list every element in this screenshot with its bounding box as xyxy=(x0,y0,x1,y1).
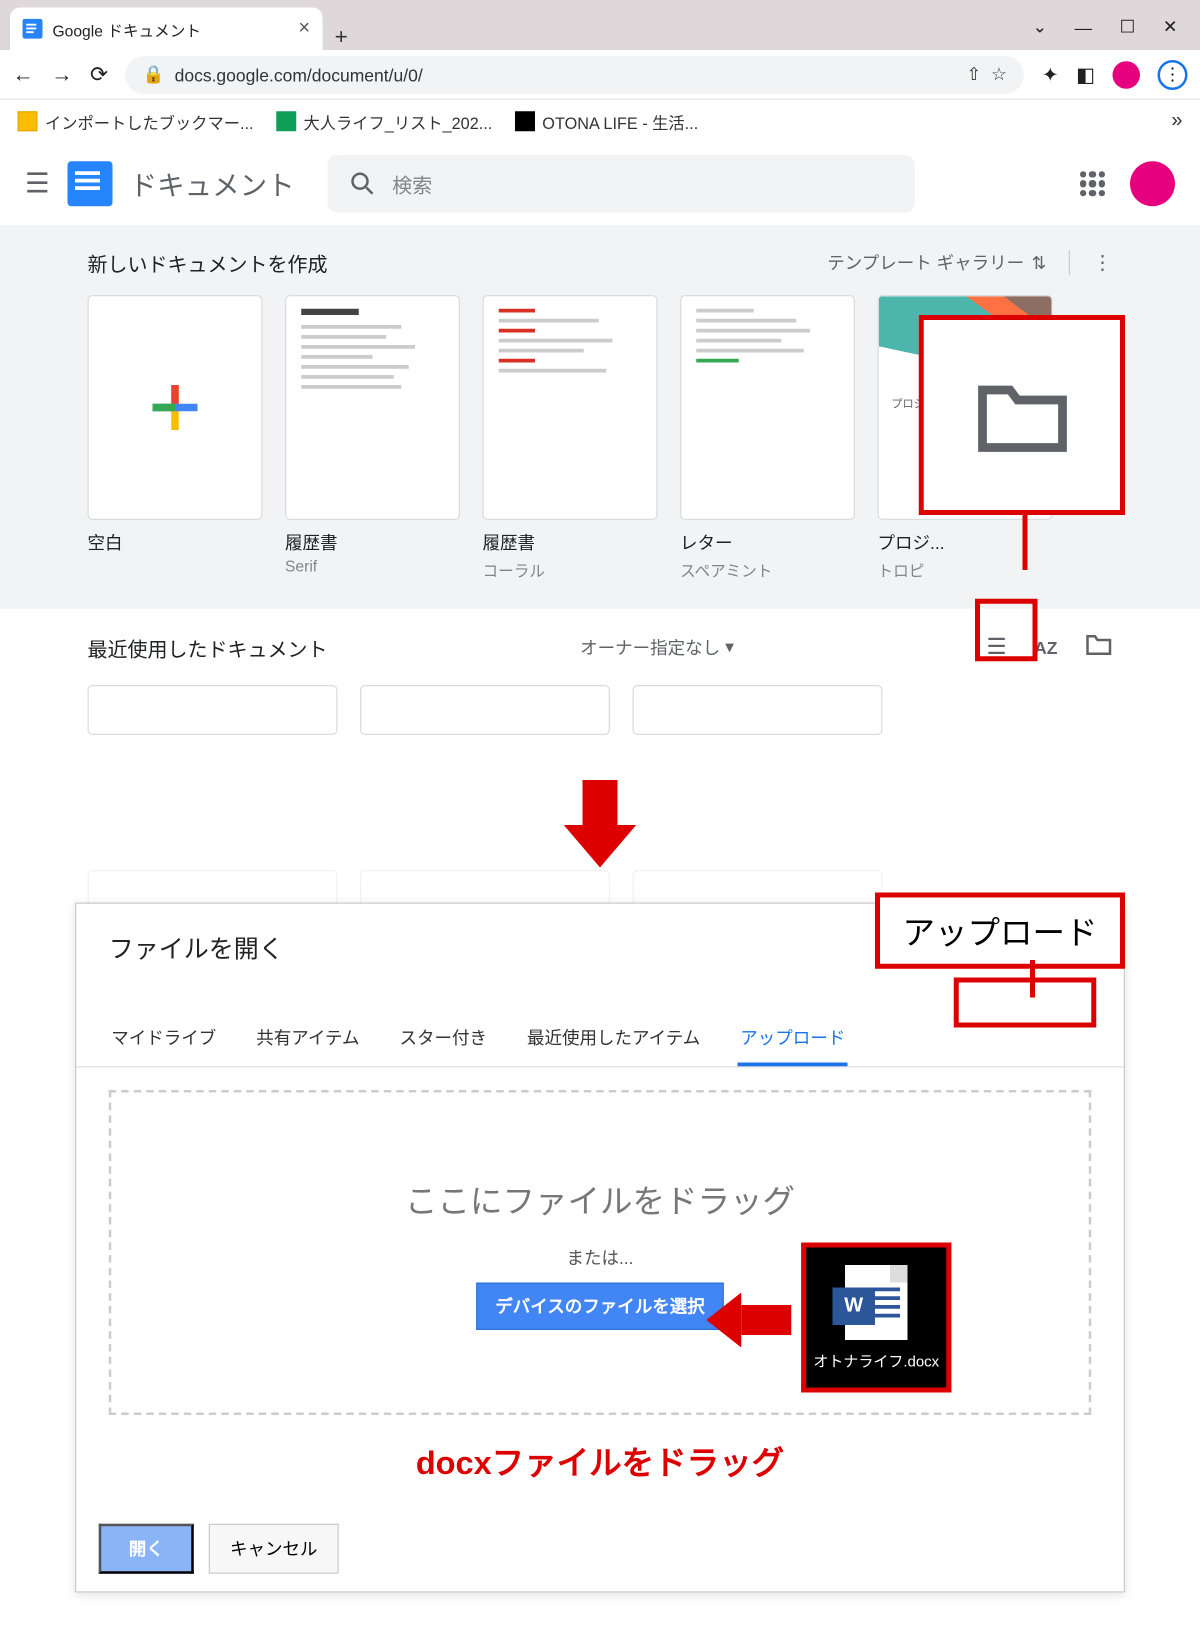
owner-filter[interactable]: オーナー指定なし ▾ xyxy=(580,634,734,659)
unfold-icon: ⇅ xyxy=(1032,252,1047,273)
template-header: 新しいドキュメントを作成 xyxy=(88,248,328,278)
forward-icon[interactable]: → xyxy=(51,62,72,87)
template-resume-serif[interactable]: 履歴書 Serif xyxy=(285,295,460,581)
tab-close-icon[interactable]: × xyxy=(298,18,310,41)
reload-icon[interactable]: ⟳ xyxy=(90,62,108,87)
tab-recent[interactable]: 最近使用したアイテム xyxy=(525,1013,703,1067)
site-icon xyxy=(515,111,535,131)
word-icon: W xyxy=(845,1264,908,1339)
browser-tab-strip: Google ドキュメント × + ⌄ — ☐ ✕ xyxy=(0,0,1200,50)
drop-title: ここにファイルをドラッグ xyxy=(405,1176,795,1222)
maximize-icon[interactable]: ☐ xyxy=(1120,16,1136,37)
file-open-dialog: ファイルを開く マイドライブ 共有アイテム スター付き 最近使用したアイテム ア… xyxy=(75,903,1125,1593)
template-resume-coral[interactable]: 履歴書 コーラル xyxy=(483,295,658,581)
annotation-arrow-down xyxy=(564,780,637,868)
cancel-button[interactable]: キャンセル xyxy=(209,1524,339,1574)
plus-icon xyxy=(148,380,203,435)
docs-logo-icon[interactable] xyxy=(67,161,112,206)
tab-starred[interactable]: スター付き xyxy=(397,1013,490,1067)
template-blank[interactable]: 空白 xyxy=(88,295,263,581)
user-avatar[interactable] xyxy=(1130,161,1175,206)
annotation-caption: docxファイルをドラッグ xyxy=(76,1438,1124,1484)
share-icon[interactable]: ⇧ xyxy=(966,64,981,85)
annotation-upload-tab-highlight xyxy=(954,978,1097,1028)
bookmark-item[interactable]: 大人ライフ_リスト_202... xyxy=(276,109,492,133)
bookmark-bar: インポートしたブックマー... 大人ライフ_リスト_202... OTONA L… xyxy=(0,100,1200,143)
bookmark-item[interactable]: インポートしたブックマー... xyxy=(18,109,254,133)
annotation-upload-callout: アップロード xyxy=(875,893,1125,969)
panel-icon[interactable]: ◧ xyxy=(1076,62,1095,87)
minimize-icon[interactable]: — xyxy=(1075,17,1093,37)
bookmark-item[interactable]: OTONA LIFE - 生活... xyxy=(515,109,698,133)
drop-or: または... xyxy=(566,1244,633,1269)
menu-icon[interactable]: ☰ xyxy=(25,168,50,201)
sheets-icon xyxy=(276,111,296,131)
annotation-connector xyxy=(1023,515,1028,570)
tab-my-drive[interactable]: マイドライブ xyxy=(109,1013,219,1067)
search-icon xyxy=(350,171,375,196)
recent-section: 最近使用したドキュメント オーナー指定なし ▾ ☰ AZ xyxy=(0,609,1200,758)
file-picker-icon[interactable] xyxy=(1085,631,1113,662)
docs-favicon xyxy=(23,19,43,39)
tab-upload[interactable]: アップロード xyxy=(738,1013,848,1067)
url-text: docs.google.com/document/u/0/ xyxy=(175,64,423,84)
doc-card[interactable] xyxy=(633,685,883,735)
template-letter[interactable]: レター スペアミント xyxy=(680,295,855,581)
bookmark-overflow-icon[interactable]: » xyxy=(1171,110,1182,133)
template-gallery-button[interactable]: テンプレート ギャラリー ⇅ xyxy=(827,250,1046,275)
app-title: ドキュメント xyxy=(130,164,295,204)
new-tab-button[interactable]: + xyxy=(323,24,361,50)
select-file-button[interactable]: デバイスのファイルを選択 xyxy=(477,1282,724,1330)
open-button[interactable]: 開く xyxy=(99,1524,194,1574)
folder-icon xyxy=(18,111,38,131)
dropdown-icon: ▾ xyxy=(725,636,734,657)
url-field[interactable]: 🔒 docs.google.com/document/u/0/ ⇧ ☆ xyxy=(125,56,1024,94)
url-bar: ← → ⟳ 🔒 docs.google.com/document/u/0/ ⇧ … xyxy=(0,50,1200,100)
sort-az-icon[interactable]: AZ xyxy=(1034,637,1057,657)
drop-zone[interactable]: ここにファイルをドラッグ または... デバイスのファイルを選択 W オトナライ… xyxy=(109,1090,1092,1415)
template-section: 新しいドキュメントを作成 テンプレート ギャラリー ⇅ ⋮ 空白 履歴書 Ser… xyxy=(0,225,1200,609)
more-icon[interactable]: ⋮ xyxy=(1069,250,1113,275)
star-icon[interactable]: ☆ xyxy=(991,64,1007,85)
annotation-docx-file: W オトナライフ.docx xyxy=(801,1243,951,1393)
extensions-icon[interactable]: ✦ xyxy=(1042,62,1059,87)
back-icon[interactable]: ← xyxy=(13,62,34,87)
chrome-menu-icon[interactable]: ⋮ xyxy=(1158,59,1188,89)
browser-tab[interactable]: Google ドキュメント × xyxy=(10,8,323,51)
doc-card[interactable] xyxy=(360,685,610,735)
annotation-arrow-left xyxy=(706,1293,791,1348)
folder-icon xyxy=(972,374,1072,455)
apps-icon[interactable] xyxy=(1080,171,1105,196)
tab-title: Google ドキュメント xyxy=(53,17,201,41)
annotation-folder-zoom xyxy=(919,315,1125,515)
tab-shared[interactable]: 共有アイテム xyxy=(254,1013,362,1067)
close-window-icon[interactable]: ✕ xyxy=(1163,16,1178,37)
annotation-folder-highlight xyxy=(975,599,1038,662)
recent-header: 最近使用したドキュメント xyxy=(88,632,328,662)
annotation-connector xyxy=(1030,960,1035,998)
lock-icon: 🔒 xyxy=(143,64,165,85)
docs-header: ☰ ドキュメント 検索 xyxy=(0,143,1200,226)
chevron-down-icon[interactable]: ⌄ xyxy=(1032,16,1047,37)
profile-avatar[interactable] xyxy=(1113,61,1141,89)
doc-card[interactable] xyxy=(88,685,338,735)
search-input[interactable]: 検索 xyxy=(327,155,915,213)
